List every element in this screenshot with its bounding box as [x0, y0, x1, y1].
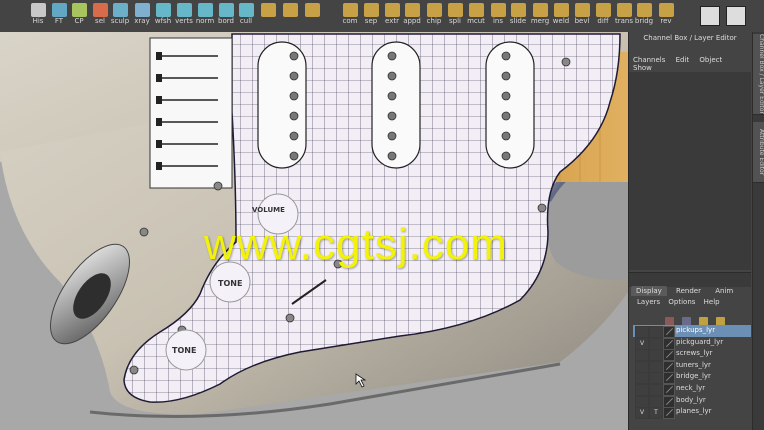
layer-row[interactable]: screws_lyr — [633, 348, 751, 362]
layer-name: body_lyr — [676, 395, 706, 404]
layer-name: pickguard_lyr — [676, 337, 724, 346]
layout-toggle-icon[interactable] — [726, 6, 746, 26]
bord-icon — [218, 3, 234, 17]
t1-icon — [260, 3, 276, 17]
spli-icon — [447, 3, 463, 17]
chip-icon — [426, 3, 442, 17]
layer-row[interactable]: bridge_lyr — [633, 371, 751, 385]
shelf-tool-t3[interactable] — [300, 1, 324, 31]
shelf-tool-mcut[interactable]: mcut — [464, 1, 488, 31]
xray-icon — [134, 3, 150, 17]
his-icon — [30, 3, 46, 17]
menu-show[interactable]: Show — [633, 64, 652, 72]
layer-name: bridge_lyr — [676, 372, 711, 381]
diff-icon — [595, 3, 611, 17]
layer-row[interactable]: V Tplanes_lyr — [633, 406, 751, 420]
shelf-tool-bridg[interactable]: bridg — [632, 1, 656, 31]
wfsh-icon — [155, 3, 171, 17]
layer-row[interactable]: neck_lyr — [633, 383, 751, 396]
shelf-tool-rev[interactable]: rev — [654, 1, 678, 31]
layer-row[interactable]: body_lyr — [633, 395, 751, 408]
verts-icon — [176, 3, 192, 17]
menu-layers[interactable]: Layers — [637, 298, 660, 306]
sculp-icon — [112, 3, 128, 17]
layer-list: pickups_lyr Vpickguard_lyr screws_lyr tuner… — [633, 325, 751, 420]
shelf-tool-t2[interactable] — [278, 1, 302, 31]
volume-knob-label: VOLUME — [252, 206, 285, 214]
slide-icon — [510, 3, 526, 17]
cull-icon — [238, 3, 254, 17]
layer-name: planes_lyr — [676, 407, 712, 416]
layer-name: screws_lyr — [676, 349, 713, 358]
shelf-tool-slide[interactable]: slide — [506, 1, 530, 31]
sep-icon — [363, 3, 379, 17]
layer-row[interactable]: pickups_lyr — [633, 325, 751, 338]
ft-icon — [51, 3, 67, 17]
norm-icon — [197, 3, 213, 17]
layer-editor-tabs: Display Render Anim — [631, 286, 751, 297]
merg-icon — [532, 3, 548, 17]
visibility-toggle[interactable]: V — [635, 407, 649, 420]
t3-icon — [304, 3, 320, 17]
tab-display[interactable]: Display — [631, 286, 667, 296]
com-icon — [342, 3, 358, 17]
shelf-tool-label: rev — [660, 17, 672, 25]
channel-box-area — [629, 72, 751, 270]
template-toggle[interactable]: T — [649, 407, 663, 420]
channel-box-menu: Channels Edit Object Show — [633, 56, 751, 72]
tab-anim[interactable]: Anim — [710, 286, 738, 296]
shelf-tool-t1[interactable] — [256, 1, 280, 31]
bevl-icon — [574, 3, 590, 17]
tab-render[interactable]: Render — [671, 286, 706, 296]
extr-icon — [384, 3, 400, 17]
bridg-icon — [636, 3, 652, 17]
side-tab-channel-box[interactable]: Channel Box / Layer Editor — [753, 34, 764, 115]
menu-options[interactable]: Options — [668, 298, 695, 306]
weld-icon — [553, 3, 569, 17]
cp-icon — [71, 3, 87, 17]
menu-edit[interactable]: Edit — [676, 56, 690, 64]
channel-box-title: Channel Box / Layer Editor — [643, 34, 737, 42]
shelf-tool-appd[interactable]: appd — [400, 1, 424, 31]
menu-channels[interactable]: Channels — [633, 56, 665, 64]
rev-icon — [658, 3, 674, 17]
menu-help[interactable]: Help — [704, 298, 720, 306]
sel-icon — [92, 3, 108, 17]
grid-toggle-icon[interactable] — [700, 6, 720, 26]
ins-icon — [490, 3, 506, 17]
panel-separator[interactable] — [629, 272, 751, 287]
layer-toolbar — [665, 311, 751, 326]
shelf-tool-cull[interactable]: cull — [234, 1, 258, 31]
layer-color-swatch[interactable] — [663, 407, 675, 420]
layer-name: tuners_lyr — [676, 360, 711, 369]
layer-name: pickups_lyr — [676, 326, 716, 334]
trans-icon — [616, 3, 632, 17]
3d-viewport[interactable]: VOLUME TONE TONE www.cgtsj.com — [0, 32, 629, 430]
tone-knob-label-2: TONE — [172, 346, 197, 355]
menu-object[interactable]: Object — [699, 56, 722, 64]
layer-name: neck_lyr — [676, 383, 706, 392]
layer-editor-menu: Layers Options Help — [637, 298, 726, 306]
shelf-toolbar: His FT CP sel sculp xray wfsh verts norm bord cull… — [0, 0, 764, 33]
right-panel: Channel Box / Layer Editor Channels Edit… — [629, 32, 764, 430]
side-tab-attribute-editor[interactable]: Attribute Editor — [753, 122, 764, 183]
t2-icon — [282, 3, 298, 17]
side-tabs: Channel Box / Layer Editor Attribute Edi… — [752, 32, 764, 430]
appd-icon — [404, 3, 420, 17]
tone-knob-label-1: TONE — [218, 279, 243, 288]
mcut-icon — [468, 3, 484, 17]
watermark-text: www.cgtsj.com — [204, 220, 508, 269]
layer-row[interactable]: tuners_lyr — [633, 360, 751, 373]
shelf-tool-sculp[interactable]: sculp — [108, 1, 132, 31]
layer-row[interactable]: Vpickguard_lyr — [633, 337, 751, 350]
